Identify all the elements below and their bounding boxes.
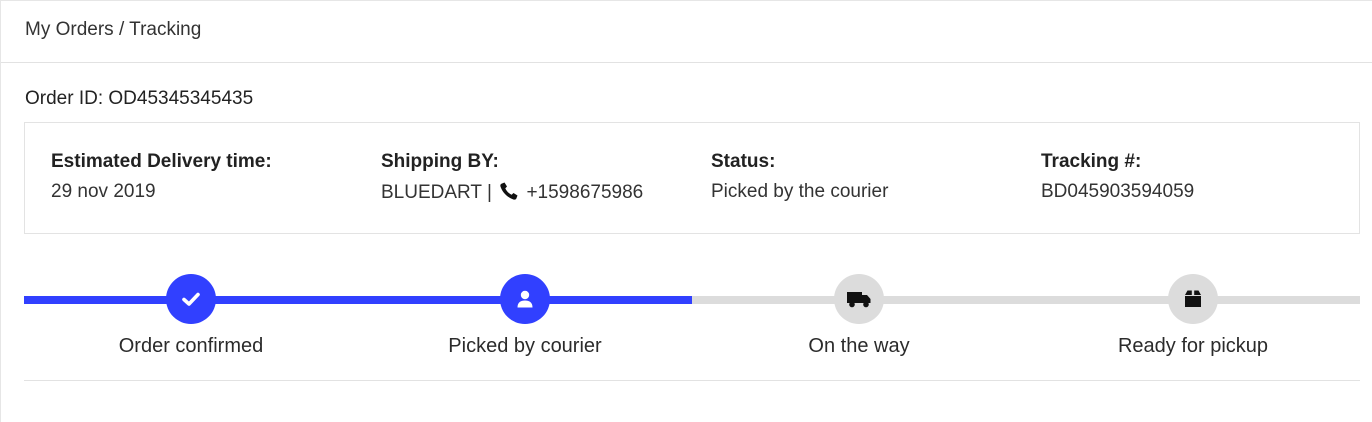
box-icon [1185, 290, 1201, 307]
shipping-label: Shipping BY: [381, 151, 499, 172]
order-info-box: Estimated Delivery time: 29 nov 2019 Shi… [24, 122, 1360, 234]
tracking-label: Tracking #: [1041, 151, 1142, 172]
delivery-label: Estimated Delivery time: [51, 151, 272, 172]
bottom-divider [24, 380, 1360, 381]
status-label: Status: [711, 151, 776, 172]
carrier-phone: +1598675986 [526, 182, 644, 203]
step-circle [166, 274, 216, 324]
delivery-value: 29 nov 2019 [51, 181, 156, 202]
step-ready-for-pickup: Ready for pickup [1026, 274, 1360, 358]
tracking-value: BD045903594059 [1041, 181, 1195, 202]
card-header: My Orders / Tracking [1, 1, 1372, 63]
truck-icon [847, 292, 871, 308]
check-icon [182, 292, 200, 306]
carrier-name: BLUEDART | [381, 182, 492, 203]
order-id: Order ID: OD45345345435 [25, 88, 254, 109]
shipping-value: BLUEDART | +1598675986 [381, 181, 643, 207]
delivery-info: Estimated Delivery time: 29 nov 2019 [51, 151, 272, 203]
phone-icon [499, 181, 519, 207]
step-circle [834, 274, 884, 324]
tracking-info: Tracking #: BD045903594059 [1041, 151, 1194, 203]
shipping-info: Shipping BY: BLUEDART | +1598675986 [381, 151, 643, 207]
step-picked-by-courier: Picked by courier [358, 274, 692, 358]
user-icon [517, 290, 533, 308]
step-label: Order confirmed [118, 335, 264, 357]
breadcrumb: My Orders / Tracking [25, 19, 202, 40]
step-order-confirmed: Order confirmed [24, 274, 358, 358]
step-on-the-way: On the way [692, 274, 1026, 358]
step-label: On the way [808, 335, 910, 357]
step-label: Ready for pickup [1117, 335, 1269, 357]
status-info: Status: Picked by the courier [711, 151, 888, 203]
status-value: Picked by the courier [711, 181, 889, 202]
step-circle [1168, 274, 1218, 324]
tracking-card: My Orders / Tracking Order ID: OD4534534… [0, 0, 1372, 422]
step-label: Picked by courier [448, 335, 602, 357]
step-circle [500, 274, 550, 324]
